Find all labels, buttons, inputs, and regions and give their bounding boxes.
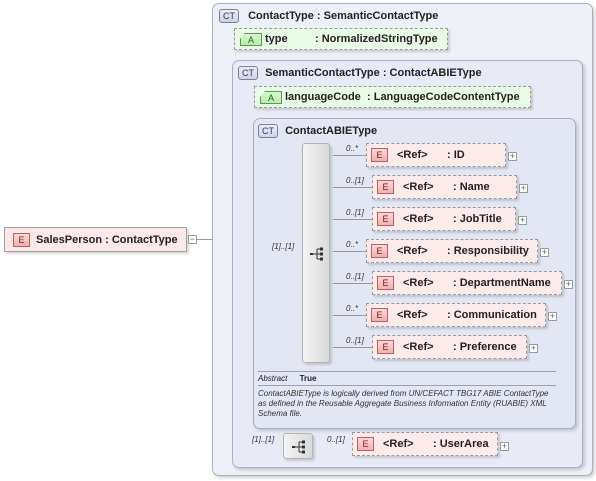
element-icon: E — [357, 437, 374, 451]
abstract-key: Abstract — [258, 374, 288, 383]
element-icon: E — [371, 244, 388, 258]
expand-toggle[interactable]: + — [529, 344, 538, 353]
attribute-icon: A — [260, 91, 282, 104]
element-row[interactable]: E <Ref> : Preference — [372, 335, 527, 359]
element-name: : Name — [453, 181, 490, 193]
element-icon: E — [371, 148, 388, 162]
element-row[interactable]: E <Ref> : ID — [366, 143, 506, 167]
attribute-name: languageCode — [285, 91, 361, 103]
element-cardinality: 0..[1] — [346, 208, 364, 217]
element-connector — [333, 347, 372, 348]
element-icon: E — [371, 308, 388, 322]
element-connector — [333, 187, 372, 188]
element-ref: <Ref> — [383, 438, 414, 450]
element-connector — [333, 251, 366, 252]
element-ref: <Ref> — [397, 245, 428, 257]
element-cardinality: 0..[1] — [346, 272, 364, 281]
element-connector — [333, 283, 372, 284]
expand-toggle[interactable]: + — [564, 280, 573, 289]
outer-type-header: CT ContactType : SemanticContactType — [219, 9, 438, 23]
abie-type-title: ContactABIEType — [285, 124, 378, 137]
sequence-cardinality: [1]..[1] — [272, 242, 295, 251]
expand-toggle[interactable]: + — [518, 216, 527, 225]
element-connector — [333, 315, 366, 316]
attribute-name: type — [265, 33, 288, 45]
element-name: : Communication — [447, 309, 537, 321]
expand-toggle[interactable]: + — [500, 442, 509, 451]
element-cardinality: 0..* — [346, 144, 359, 153]
root-element-sales-person[interactable]: E SalesPerson : ContactType — [4, 227, 187, 252]
element-cardinality: 0..[1] — [346, 176, 364, 185]
semantic-type-header: CT SemanticContactType : ContactABIEType — [238, 66, 482, 80]
element-icon: E — [377, 276, 394, 290]
element-row[interactable]: E <Ref> : Communication — [366, 303, 546, 327]
element-row[interactable]: E <Ref> : Responsibility — [366, 239, 538, 263]
abie-divider-2 — [258, 385, 556, 386]
attribute-type[interactable]: A type : NormalizedStringType — [234, 28, 448, 50]
user-area-sequence-cardinality: [1]..[1] — [252, 435, 275, 444]
expand-toggle[interactable]: + — [519, 184, 528, 193]
complex-type-icon: CT — [219, 9, 239, 23]
element-icon: E — [13, 233, 30, 247]
element-name: : ID — [447, 149, 465, 161]
element-name: : JobTitle — [453, 213, 502, 225]
user-area-sequence-compositor[interactable] — [283, 433, 313, 459]
element-ref: <Ref> — [403, 341, 434, 353]
element-ref: <Ref> — [403, 277, 434, 289]
complex-type-icon: CT — [238, 66, 258, 80]
element-cardinality: 0..* — [346, 240, 359, 249]
complex-type-icon: CT — [258, 124, 278, 138]
abstract-value: True — [299, 374, 317, 383]
element-cardinality: 0..[1] — [346, 336, 364, 345]
expand-toggle[interactable]: + — [540, 248, 549, 257]
element-icon: E — [377, 212, 394, 226]
abie-description: ContactABIEType is logically derived fro… — [258, 389, 549, 418]
attribute-icon: A — [240, 33, 262, 46]
element-user-area[interactable]: E <Ref> : UserArea — [352, 432, 498, 456]
semantic-type-title: SemanticContactType : ContactABIEType — [265, 66, 482, 79]
attribute-language-code[interactable]: A languageCode : LanguageCodeContentType — [254, 86, 531, 108]
element-ref: <Ref> — [397, 149, 428, 161]
element-name: : UserArea — [433, 438, 489, 450]
collapse-toggle[interactable]: − — [188, 235, 197, 244]
element-ref: <Ref> — [403, 181, 434, 193]
sequence-compositor[interactable] — [302, 143, 330, 363]
element-cardinality: 0..* — [346, 304, 359, 313]
expand-toggle[interactable]: + — [548, 312, 557, 321]
element-ref: <Ref> — [397, 309, 428, 321]
element-name: : Responsibility — [447, 245, 529, 257]
expand-toggle[interactable]: + — [508, 152, 517, 161]
element-connector — [333, 155, 366, 156]
abie-divider — [258, 371, 556, 372]
element-row[interactable]: E <Ref> : DepartmentName — [372, 271, 562, 295]
sequence-icon — [310, 247, 323, 261]
attribute-type-name: : NormalizedStringType — [315, 33, 438, 45]
sequence-icon — [292, 440, 305, 454]
element-ref: <Ref> — [403, 213, 434, 225]
abie-type-header: CT ContactABIEType — [258, 124, 377, 138]
element-row[interactable]: E <Ref> : Name — [372, 175, 517, 199]
element-icon: E — [377, 180, 394, 194]
abie-properties: Abstract True — [258, 374, 558, 383]
element-row[interactable]: E <Ref> : JobTitle — [372, 207, 516, 231]
element-icon: E — [377, 340, 394, 354]
root-element-label: SalesPerson : ContactType — [36, 234, 178, 246]
attribute-type-name: : LanguageCodeContentType — [367, 91, 520, 103]
user-area-cardinality: 0..[1] — [327, 435, 345, 444]
element-name: : Preference — [453, 341, 517, 353]
element-connector — [333, 219, 372, 220]
outer-type-title: ContactType : SemanticContactType — [248, 9, 439, 22]
element-name: : DepartmentName — [453, 277, 551, 289]
